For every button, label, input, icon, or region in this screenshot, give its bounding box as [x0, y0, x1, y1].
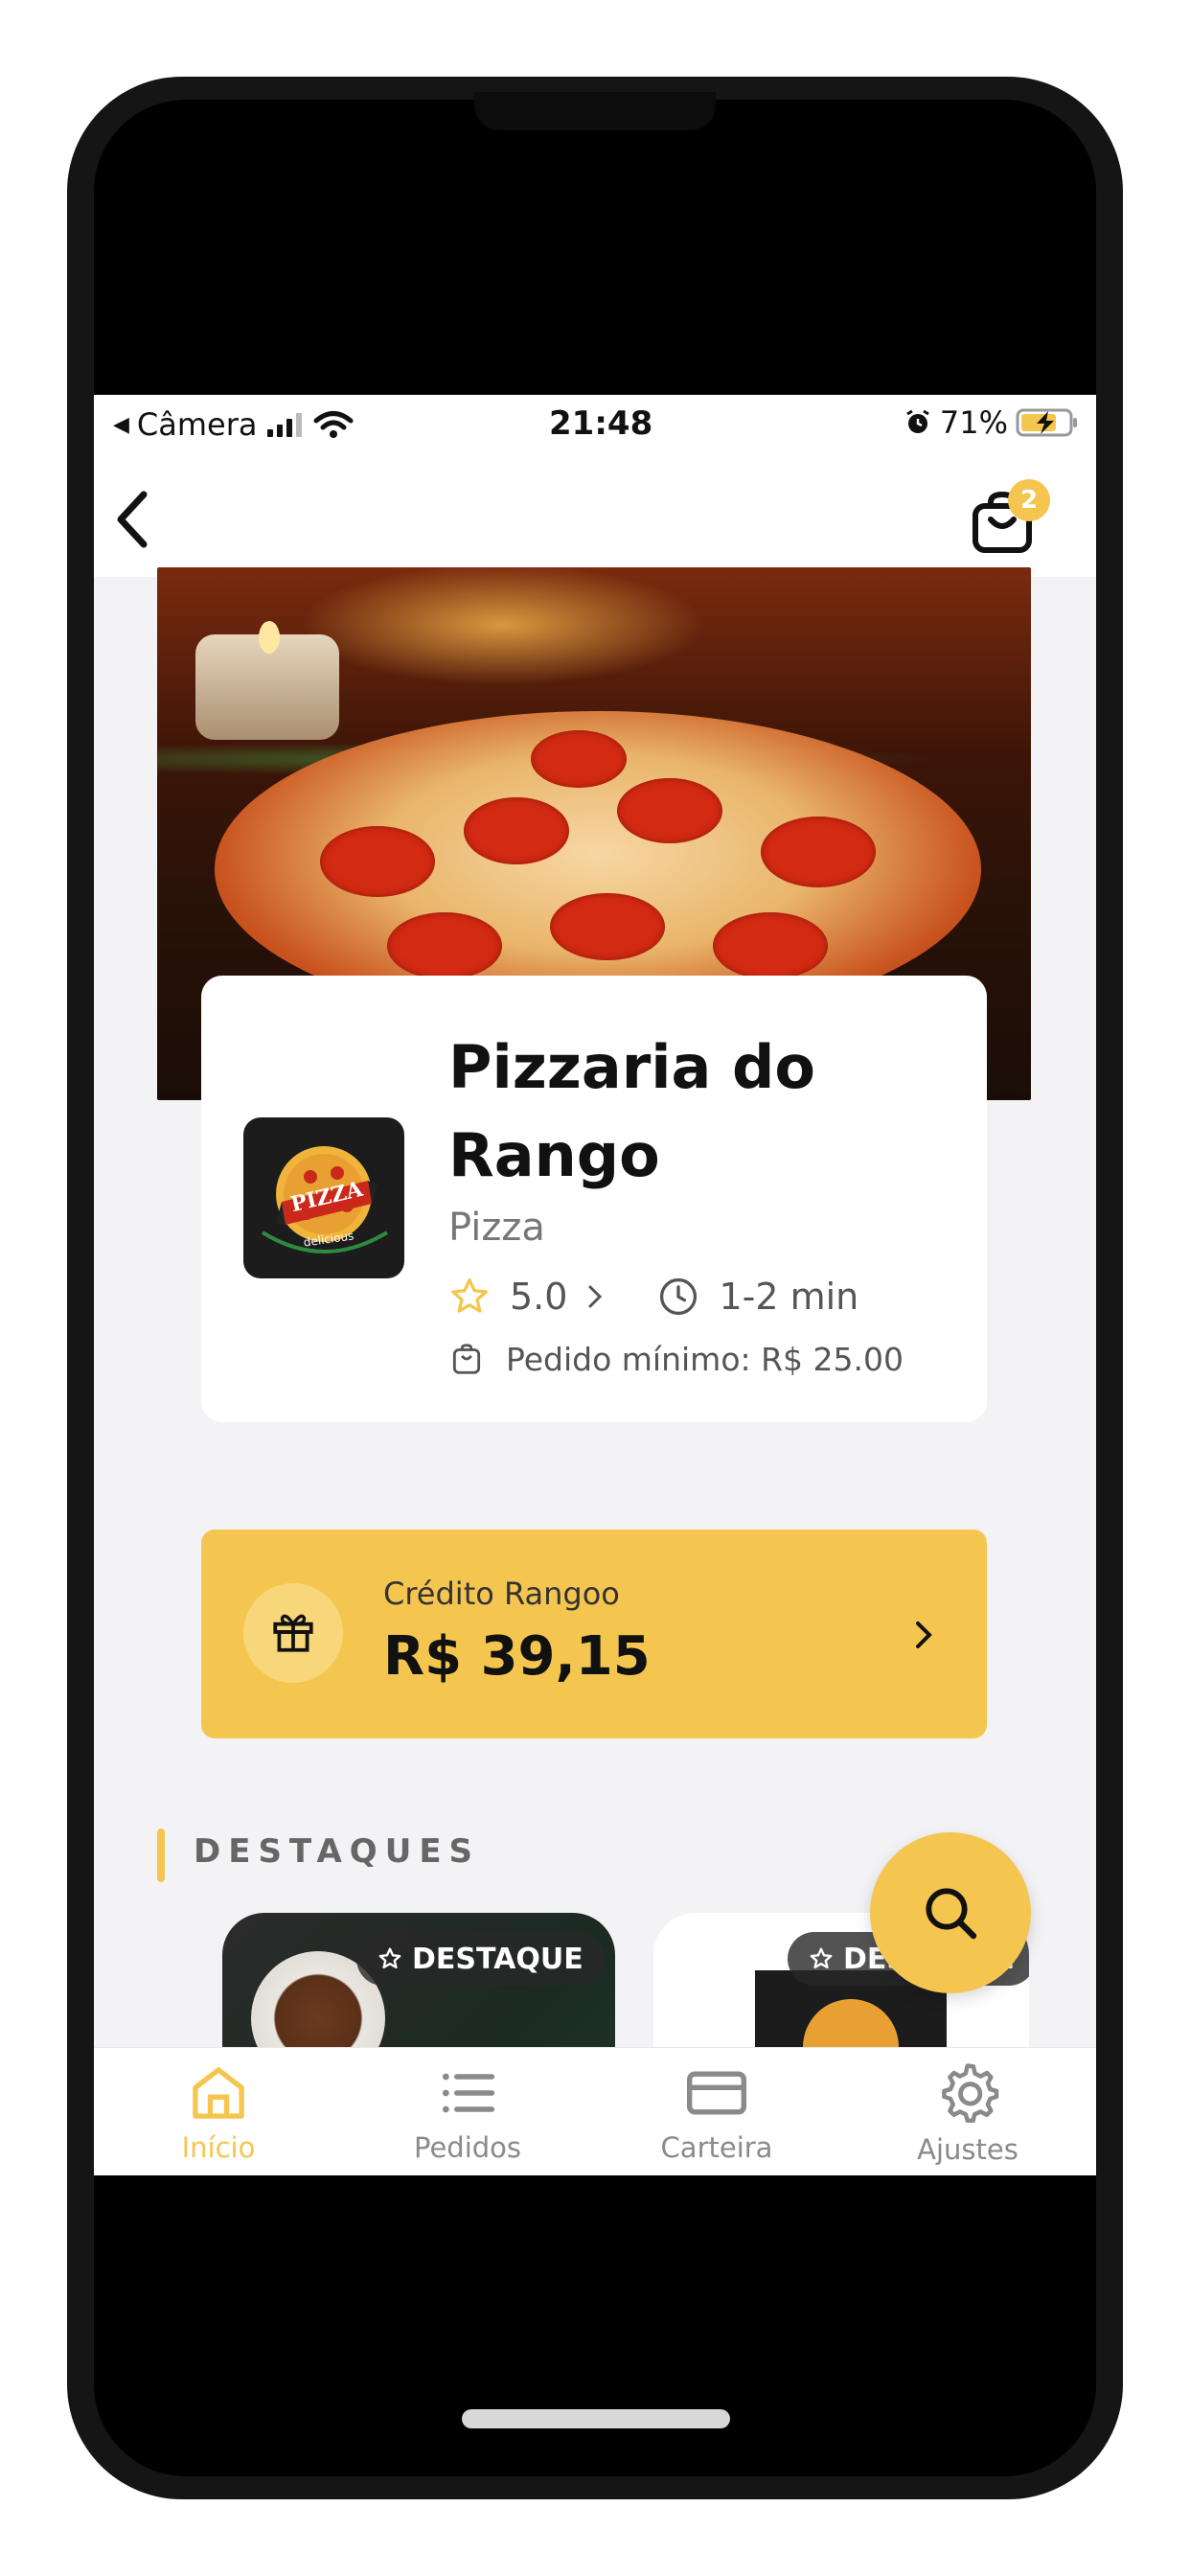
restaurant-info-card: PIZZA delicious Pizzaria do Rango Pizza …	[201, 976, 987, 1422]
card-icon	[686, 2071, 747, 2115]
search-icon	[926, 1888, 977, 1940]
shopping-bag-icon	[452, 1344, 481, 1374]
back-chevron-icon[interactable]	[111, 489, 153, 550]
rating-link[interactable]: 5.0	[448, 1276, 604, 1318]
phone-notch	[474, 92, 716, 130]
back-triangle-icon: ◀	[113, 412, 129, 437]
cart-count-badge: 2	[1008, 479, 1050, 521]
restaurant-name: Pizzaria do Rango	[448, 1032, 815, 1190]
home-indicator[interactable]	[462, 2409, 730, 2428]
credit-banner[interactable]: Crédito Rangoo R$ 39,15	[201, 1530, 987, 1738]
alarm-icon	[906, 409, 929, 433]
home-icon	[193, 2067, 244, 2119]
back-to-app[interactable]: ◀ Câmera	[113, 406, 354, 443]
gear-icon	[942, 2063, 999, 2124]
chevron-right-icon	[588, 1285, 603, 1308]
min-order-row: Pedido mínimo: R$ 25.00	[448, 1338, 904, 1380]
signal-icon	[266, 413, 302, 437]
section-accent-bar	[157, 1828, 165, 1882]
star-icon	[378, 1947, 401, 1969]
status-right: 71%	[904, 404, 1079, 441]
highlight-badge-label: DESTAQUE	[412, 1942, 584, 1976]
clock: 21:48	[549, 404, 653, 443]
status-bar: ◀ Câmera 21:48 71%	[94, 395, 1096, 452]
battery-charging-icon	[1016, 408, 1077, 437]
back-app-label: Câmera	[136, 406, 258, 443]
highlight-badge: DESTAQUE	[356, 1932, 605, 1986]
tab-ajustes[interactable]: Ajustes	[872, 2048, 1064, 2175]
credit-icon-circle	[243, 1583, 343, 1683]
tab-label: Pedidos	[413, 2131, 522, 2164]
tab-label: Ajustes	[917, 2133, 1018, 2166]
min-order-text: Pedido mínimo: R$ 25.00	[506, 1340, 904, 1378]
restaurant-logo: PIZZA delicious	[243, 1117, 404, 1278]
tab-bar: Início Pedidos Carteira Ajustes	[94, 2047, 1096, 2175]
app-screen: ◀ Câmera 21:48 71% 2 PIZZA delicious Piz…	[94, 395, 1096, 2175]
cart-button[interactable]: 2	[970, 479, 1056, 565]
tab-carteira[interactable]: Carteira	[621, 2048, 812, 2175]
rating-value: 5.0	[510, 1276, 568, 1318]
highlights-title: DESTAQUES	[194, 1832, 481, 1871]
tab-label: Carteira	[660, 2131, 773, 2164]
restaurant-category: Pizza	[448, 1206, 545, 1250]
search-button[interactable]	[870, 1832, 1031, 1993]
nav-bar: 2	[94, 452, 1096, 577]
list-icon	[442, 2073, 495, 2113]
delivery-time: 1-2 min	[719, 1276, 859, 1318]
candle-flame	[259, 621, 280, 654]
restaurant-meta-row: 5.0 1-2 min	[448, 1273, 858, 1321]
star-icon	[451, 1277, 488, 1313]
clock-icon	[660, 1277, 698, 1316]
tab-label: Início	[181, 2131, 256, 2164]
chevron-right-icon	[916, 1622, 932, 1648]
gift-icon	[273, 1614, 313, 1652]
credit-label: Crédito Rangoo	[383, 1576, 620, 1612]
tab-inicio[interactable]: Início	[123, 2048, 314, 2175]
star-icon	[810, 1947, 833, 1969]
tab-pedidos[interactable]: Pedidos	[372, 2048, 563, 2175]
wifi-icon	[313, 411, 353, 438]
credit-value: R$ 39,15	[383, 1625, 651, 1688]
battery-percent: 71%	[939, 404, 1008, 441]
